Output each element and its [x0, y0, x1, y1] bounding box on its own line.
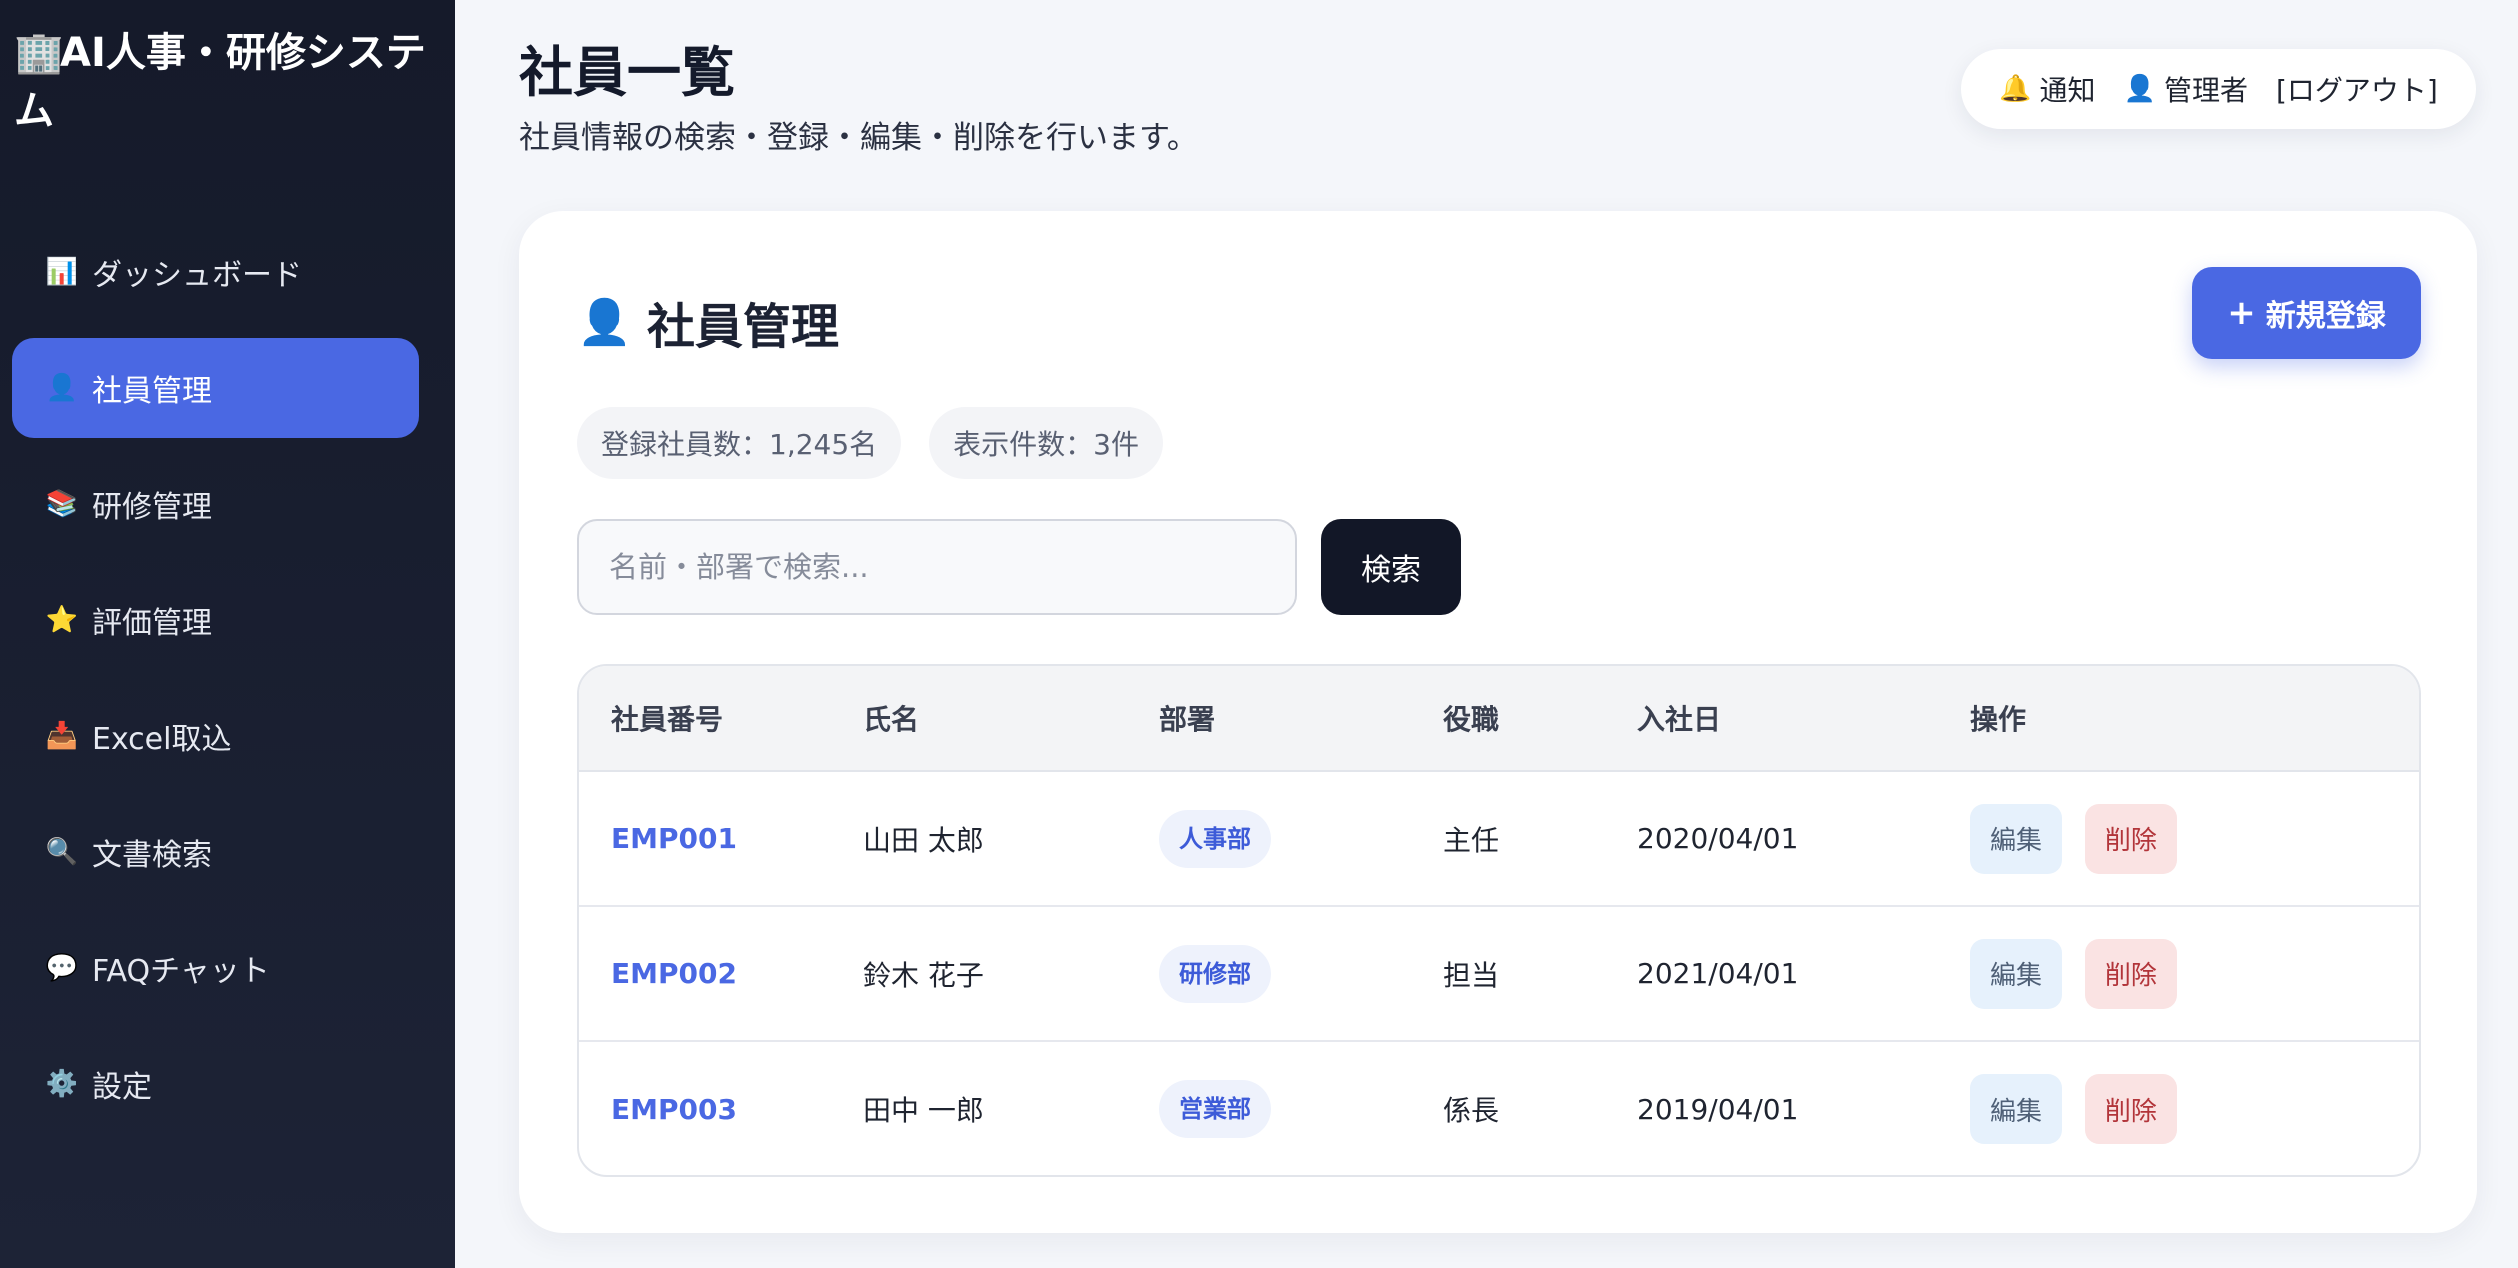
card-title: 👤 社員管理: [577, 287, 839, 357]
employee-management-card: 👤 社員管理 + 新規登録 登録社員数：1,245名 表示件数：3件 検索: [519, 211, 2477, 1233]
employee-id-link[interactable]: EMP001: [611, 822, 737, 855]
delete-button[interactable]: 削除: [2084, 803, 2177, 874]
sidebar-item-dashboard[interactable]: 📊 ダッシュボード: [12, 222, 419, 322]
search-row: 検索: [577, 519, 1461, 615]
user-menu[interactable]: 👤 管理者: [2124, 69, 2248, 109]
department-badge: 人事部: [1159, 809, 1271, 868]
header-employee-id: 社員番号: [579, 666, 863, 772]
books-icon: 📚: [45, 489, 79, 519]
table-row: EMP003 田中 一郎 営業部 係長 2019/04/01 編集 削除: [579, 1041, 2419, 1175]
sidebar-item-label: 評価管理: [92, 606, 212, 641]
employee-position: 主任: [1443, 823, 1500, 857]
shown-count-chip: 表示件数：3件: [929, 407, 1163, 479]
sidebar-item-label: 文書検索: [92, 838, 212, 873]
employee-table: 社員番号 氏名 部署 役職 入社日 操作 EMP001 山田 太郎 人事部 主任…: [577, 664, 2421, 1177]
header-actions: 操作: [1970, 666, 2419, 772]
top-user-bar: 🔔 通知 👤 管理者 [ログアウト]: [1961, 49, 2476, 129]
table-header-row: 社員番号 氏名 部署 役職 入社日 操作: [579, 666, 2419, 772]
bell-icon: 🔔: [1999, 74, 2032, 104]
employee-join-date: 2019/04/01: [1637, 1092, 1799, 1126]
sidebar-item-label: 社員管理: [92, 374, 212, 409]
sidebar-item-employees[interactable]: 👤 社員管理: [12, 338, 419, 438]
table-row: EMP001 山田 太郎 人事部 主任 2020/04/01 編集 削除: [579, 771, 2419, 906]
sidebar-item-label: 設定: [92, 1070, 152, 1105]
new-registration-button[interactable]: + 新規登録: [2192, 267, 2421, 359]
registered-count-chip: 登録社員数：1,245名: [577, 407, 902, 479]
search-button[interactable]: 検索: [1321, 519, 1461, 615]
header-name: 氏名: [863, 666, 1159, 772]
building-icon: 🏢: [14, 30, 64, 76]
card-title-text: 社員管理: [647, 299, 840, 355]
user-icon: 👤: [45, 373, 79, 403]
new-registration-label: 新規登録: [2265, 299, 2386, 334]
employee-position: 係長: [1443, 1094, 1500, 1127]
logout-link[interactable]: [ログアウト]: [2276, 69, 2438, 109]
sidebar-nav: 📊 ダッシュボード 👤 社員管理 📚 研修管理 ⭐ 評価管理 📥 Excel取込…: [12, 222, 419, 1150]
page-title: 社員一覧: [519, 41, 735, 104]
brand-title: AI人事・研修システム: [14, 30, 426, 134]
sidebar: 🏢AI人事・研修システム 📊 ダッシュボード 👤 社員管理 📚 研修管理 ⭐ 評…: [0, 0, 455, 1268]
sidebar-item-label: Excel取込: [92, 722, 232, 757]
sidebar-item-faq-chat[interactable]: 💬 FAQチャット: [12, 918, 419, 1018]
sidebar-item-label: FAQチャット: [92, 954, 270, 989]
brand: 🏢AI人事・研修システム: [14, 24, 434, 140]
sidebar-item-training[interactable]: 📚 研修管理: [12, 454, 419, 554]
sidebar-item-label: 研修管理: [92, 490, 212, 525]
sidebar-item-settings[interactable]: ⚙️ 設定: [12, 1034, 419, 1134]
header-join-date: 入社日: [1637, 666, 1970, 772]
department-badge: 営業部: [1159, 1080, 1271, 1138]
edit-button[interactable]: 編集: [1970, 938, 2063, 1009]
department-badge: 研修部: [1159, 944, 1271, 1003]
user-icon: 👤: [2123, 74, 2156, 104]
delete-button[interactable]: 削除: [2084, 938, 2177, 1009]
employee-id-link[interactable]: EMP002: [611, 957, 737, 990]
sidebar-item-document-search[interactable]: 🔍 文書検索: [12, 802, 419, 902]
sidebar-item-excel-import[interactable]: 📥 Excel取込: [12, 686, 419, 786]
employee-join-date: 2021/04/01: [1637, 957, 1799, 990]
plus-icon: +: [2227, 293, 2256, 333]
search-input[interactable]: [577, 519, 1297, 615]
edit-button[interactable]: 編集: [1970, 803, 2063, 874]
star-icon: ⭐: [45, 605, 79, 635]
employee-name: 山田 太郎: [863, 823, 984, 857]
app-root: 🏢AI人事・研修システム 📊 ダッシュボード 👤 社員管理 📚 研修管理 ⭐ 評…: [0, 0, 2518, 1268]
employee-name: 鈴木 花子: [863, 958, 984, 992]
edit-button[interactable]: 編集: [1970, 1074, 2063, 1144]
speech-bubble-icon: 💬: [45, 953, 79, 983]
header-department: 部署: [1159, 666, 1443, 772]
user-name: 管理者: [2163, 74, 2248, 107]
stats-row: 登録社員数：1,245名 表示件数：3件: [577, 407, 1163, 479]
page-subtitle: 社員情報の検索・登録・編集・削除を行います。: [519, 120, 1198, 156]
sidebar-item-evaluation[interactable]: ⭐ 評価管理: [12, 570, 419, 670]
delete-button[interactable]: 削除: [2084, 1074, 2177, 1144]
employee-join-date: 2020/04/01: [1637, 822, 1799, 855]
notification-label: 通知: [2039, 74, 2096, 107]
employee-name: 田中 一郎: [863, 1094, 984, 1127]
gear-icon: ⚙️: [45, 1069, 79, 1099]
chart-icon: 📊: [45, 257, 79, 287]
sidebar-item-label: ダッシュボード: [92, 258, 302, 293]
notification-button[interactable]: 🔔 通知: [1999, 69, 2095, 109]
user-icon: 👤: [577, 297, 632, 348]
table-row: EMP002 鈴木 花子 研修部 担当 2021/04/01 編集 削除: [579, 906, 2419, 1041]
inbox-tray-icon: 📥: [45, 721, 79, 751]
employee-id-link[interactable]: EMP003: [611, 1093, 737, 1126]
search-icon: 🔍: [45, 837, 79, 867]
main-content: 社員一覧 社員情報の検索・登録・編集・削除を行います。 🔔 通知 👤 管理者 […: [455, 0, 2518, 1268]
header-position: 役職: [1443, 666, 1637, 772]
employee-position: 担当: [1443, 958, 1500, 992]
